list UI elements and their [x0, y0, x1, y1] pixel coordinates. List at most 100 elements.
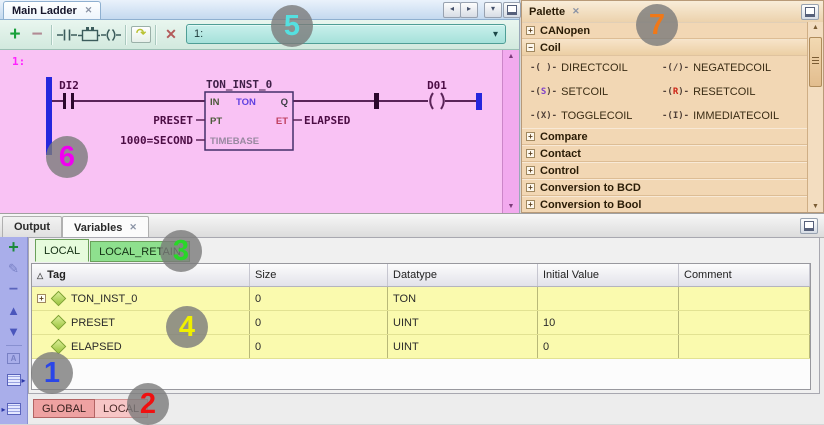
palette-item-negatedcoil[interactable]: -(/)-NEGATEDCOIL: [654, 56, 808, 80]
minimize-panel-button[interactable]: [503, 2, 521, 18]
expand-icon[interactable]: +: [526, 149, 535, 158]
expand-icon[interactable]: +: [526, 183, 535, 192]
minus-icon: −: [31, 27, 42, 43]
palette-group-label: Compare: [540, 131, 588, 143]
minimize-panel-button[interactable]: [800, 218, 818, 234]
toolbar-separator: [6, 345, 22, 346]
cell-initial-value: 10: [538, 311, 679, 334]
tab-variables[interactable]: Variables ✕: [62, 216, 149, 238]
bottom-tabbar: Output Variables ✕: [0, 214, 824, 238]
add-variable-button[interactable]: +: [3, 239, 25, 256]
remove-rung-button[interactable]: −: [26, 23, 48, 47]
edit-variable-button[interactable]: ✎: [3, 260, 25, 277]
scroll-down-icon[interactable]: ▼: [503, 203, 519, 210]
cell-text: 0: [543, 341, 549, 353]
palette-item-directcoil[interactable]: -( )-DIRECTCOIL: [522, 56, 654, 80]
up-arrow-icon: ▲: [7, 303, 20, 318]
coil-symbol[interactable]: [430, 93, 444, 109]
scrollbar-thumb[interactable]: [809, 37, 822, 87]
tab-main-ladder[interactable]: Main Ladder ✕: [3, 1, 101, 19]
ladder-editor-panel: Main Ladder ✕ ◂ ▸ ▾ + − ↷ ✕: [0, 0, 520, 213]
annotation-circle-3: 3: [160, 230, 202, 272]
expand-icon[interactable]: +: [526, 26, 535, 35]
tab-local[interactable]: LOCAL: [35, 239, 89, 262]
column-header-comment[interactable]: Comment: [679, 264, 810, 286]
column-header-initial-value[interactable]: Initial Value: [538, 264, 679, 286]
expand-icon[interactable]: +: [526, 132, 535, 141]
palette-item-togglecoil[interactable]: -(X)-TOGGLECOIL: [522, 104, 654, 128]
minus-icon: −: [9, 281, 18, 299]
rung-selector-dropdown[interactable]: 1: ▾: [186, 24, 506, 44]
palette-group-compare[interactable]: + Compare: [522, 128, 808, 145]
tab-global[interactable]: GLOBAL: [33, 399, 95, 418]
delete-selection-button[interactable]: ✕: [160, 23, 182, 47]
expand-icon[interactable]: +: [526, 200, 535, 209]
palette-group-label: Coil: [540, 42, 561, 54]
block-title: TON_INST_0: [206, 78, 272, 91]
palette-item-setcoil[interactable]: -(S)-SETCOIL: [522, 80, 654, 104]
palette-group-control[interactable]: +Control: [522, 162, 808, 179]
remove-variable-button[interactable]: −: [3, 281, 25, 298]
ladder-canvas[interactable]: 1: DI2 TON_INST_0 IN TON Q PT ET TIMEBAS…: [0, 50, 519, 213]
import-table-button[interactable]: ▸: [3, 400, 25, 417]
letter-a-icon: A: [7, 353, 20, 364]
delete-x-icon: ✕: [165, 26, 177, 43]
cell-comment: [679, 335, 810, 358]
cell-text: TON: [393, 293, 416, 305]
close-icon[interactable]: ✕: [572, 6, 580, 17]
palette-item-resetcoil[interactable]: -(R)-RESETCOIL: [654, 80, 808, 104]
thumb-grip: [812, 56, 819, 64]
scroll-up-icon[interactable]: ▲: [503, 53, 519, 60]
insert-contact-button[interactable]: [56, 23, 78, 47]
cell-tag: PRESET: [32, 311, 250, 334]
move-up-button[interactable]: ▲: [3, 302, 25, 319]
export-table-button[interactable]: ▸: [3, 371, 25, 388]
insert-coil-button[interactable]: [100, 23, 122, 47]
ladder-tabbar: Main Ladder ✕ ◂ ▸ ▾: [0, 0, 519, 20]
column-header-size[interactable]: Size: [250, 264, 388, 286]
scroll-left-button[interactable]: ◂: [443, 2, 461, 18]
move-down-button[interactable]: ▼: [3, 323, 25, 340]
coil-icon: [100, 27, 122, 43]
palette-item-immediatecoil[interactable]: -(I)-IMMEDIATECOIL: [654, 104, 808, 128]
close-icon[interactable]: ✕: [129, 222, 137, 233]
insert-function-block-button[interactable]: [78, 23, 100, 47]
palette-group-conversion-to-bool[interactable]: +Conversion to Bool: [522, 196, 808, 212]
function-block-icon: [78, 26, 100, 43]
add-rung-button[interactable]: +: [4, 23, 26, 47]
column-header-datatype[interactable]: Datatype: [388, 264, 538, 286]
coil-glyph-accent: R: [673, 87, 678, 97]
auto-rename-button[interactable]: A: [3, 350, 25, 367]
bottom-panel: Output Variables ✕ + ✎ − ▲ ▼ A ▸ ▸: [0, 213, 824, 424]
palette-group-conversion-to-bcd[interactable]: +Conversion to BCD: [522, 179, 808, 196]
tab-variables-label: Variables: [74, 222, 122, 234]
assign-arrow-icon: ↷: [131, 26, 151, 43]
cell-size: 0: [250, 311, 388, 334]
table-row-preset[interactable]: PRESET0UINT10: [32, 311, 810, 335]
scroll-up-icon[interactable]: ▲: [808, 24, 823, 31]
palette-group-contact[interactable]: +Contact: [522, 145, 808, 162]
tab-list-dropdown-button[interactable]: ▾: [484, 2, 502, 18]
tab-output[interactable]: Output: [2, 216, 62, 237]
toolbar-separator: [51, 25, 53, 45]
column-header-label: Comment: [684, 269, 732, 281]
coil-glyph-icon: -(X)-: [530, 111, 557, 121]
scroll-down-icon[interactable]: ▼: [808, 203, 823, 210]
table-row-elapsed[interactable]: ELAPSED0UINT0: [32, 335, 810, 359]
expand-icon[interactable]: +: [526, 166, 535, 175]
block-type-label: TON: [236, 97, 256, 108]
sort-ascending-icon: △: [37, 271, 43, 280]
scroll-right-button[interactable]: ▸: [460, 2, 478, 18]
table-row-ton-inst-0[interactable]: +TON_INST_00TON: [32, 287, 810, 311]
palette-item-label: RESETCOIL: [693, 86, 755, 98]
palette-item-label: SETCOIL: [561, 86, 608, 98]
palette-scrollbar[interactable]: ▲ ▼: [807, 22, 823, 212]
pt-operand-label: PRESET: [153, 114, 193, 127]
assign-action-button[interactable]: ↷: [130, 23, 152, 47]
collapse-icon[interactable]: −: [526, 43, 535, 52]
column-header-tag[interactable]: △Tag: [32, 264, 250, 286]
expand-icon[interactable]: +: [37, 294, 46, 303]
minimize-panel-button[interactable]: [801, 4, 819, 20]
close-icon[interactable]: ✕: [85, 5, 93, 16]
ladder-vertical-scrollbar[interactable]: ▲ ▼: [502, 50, 519, 213]
